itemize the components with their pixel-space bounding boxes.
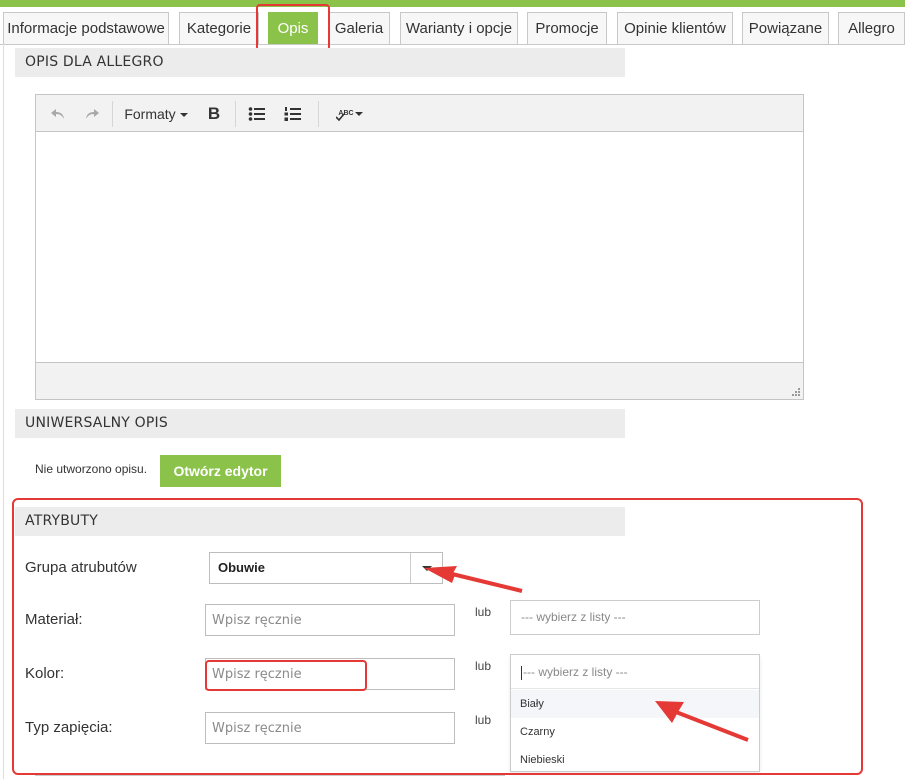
section-header-universal: UNIWERSALNY OPIS [15,409,625,438]
editor-statusbar [36,362,803,399]
undo-icon[interactable] [44,101,72,127]
tab-promocje[interactable]: Promocje [527,12,607,44]
tab-informacje-podstawowe[interactable]: Informacje podstawowe [3,12,169,44]
chevron-down-icon [355,112,363,116]
closure-type-label: Typ zapięcia: [25,719,113,736]
universal-status-text: Nie utworzono opisu. [35,462,148,476]
chevron-down-icon [179,113,188,118]
toolbar-separator [235,101,236,127]
color-list-dropdown[interactable]: --- wybierz z listy --- Biały Czarny Nie… [510,654,760,772]
select-divider [410,553,411,583]
redo-icon[interactable] [78,101,106,127]
color-option-bialy[interactable]: Biały [511,690,759,718]
attribute-group-value: Obuwie [218,560,265,575]
chevron-down-icon [422,566,432,571]
tabs-divider [0,44,905,45]
tab-kategorie[interactable]: Kategorie [179,12,259,44]
tab-opinie-klientow[interactable]: Opinie klientów [617,12,733,44]
color-option-czarny[interactable]: Czarny [511,718,759,746]
spellcheck-icon[interactable]: ABC [326,101,366,127]
attribute-group-label: Grupa atrubutów [25,559,137,576]
tab-powiazane[interactable]: Powiązane [742,12,829,44]
bullet-list-icon[interactable] [242,101,272,127]
numbered-list-icon[interactable] [278,101,308,127]
material-input[interactable] [205,604,455,636]
material-or-label: lub [475,605,492,619]
section-header-allegro: OPIS DLA ALLEGRO [15,48,625,77]
color-list-search[interactable]: --- wybierz z listy --- [511,655,759,689]
section-header-attributes: ATRYBUTY [15,507,625,536]
color-or-label: lub [475,659,492,673]
editor-toolbar: Formaty B ABC [36,95,803,132]
bold-button[interactable]: B [200,101,228,127]
material-label: Materiał: [25,611,83,628]
form-bottom-border [35,775,505,776]
formats-dropdown[interactable]: Formaty [118,101,194,127]
toolbar-separator [112,101,113,127]
resize-handle-icon[interactable] [791,387,801,397]
tab-warianty-i-opcje[interactable]: Warianty i opcje [400,12,518,44]
closure-type-or-label: lub [475,713,492,727]
formats-label: Formaty [124,106,176,122]
color-list-placeholder: --- wybierz z listy --- [523,665,628,679]
tab-allegro[interactable]: Allegro [838,12,905,44]
tab-opis[interactable]: Opis [268,12,318,44]
open-editor-button[interactable]: Otwórz edytor [160,455,281,487]
text-cursor [521,665,522,680]
color-option-niebieski[interactable]: Niebieski [511,746,759,774]
top-accent-bar [0,0,905,7]
color-label: Kolor: [25,665,65,682]
content-left-border [3,44,4,779]
material-list-select[interactable]: --- wybierz z listy --- [510,600,760,635]
tab-bar: Informacje podstawowe Kategorie Opis Gal… [0,12,905,44]
tab-galeria[interactable]: Galeria [328,12,390,44]
editor-content-area[interactable] [36,132,803,362]
closure-type-input[interactable] [205,712,455,744]
attribute-group-select[interactable]: Obuwie [209,552,443,584]
toolbar-separator [318,101,319,127]
color-input[interactable] [205,658,455,690]
allegro-rich-text-editor: Formaty B ABC [35,94,804,400]
